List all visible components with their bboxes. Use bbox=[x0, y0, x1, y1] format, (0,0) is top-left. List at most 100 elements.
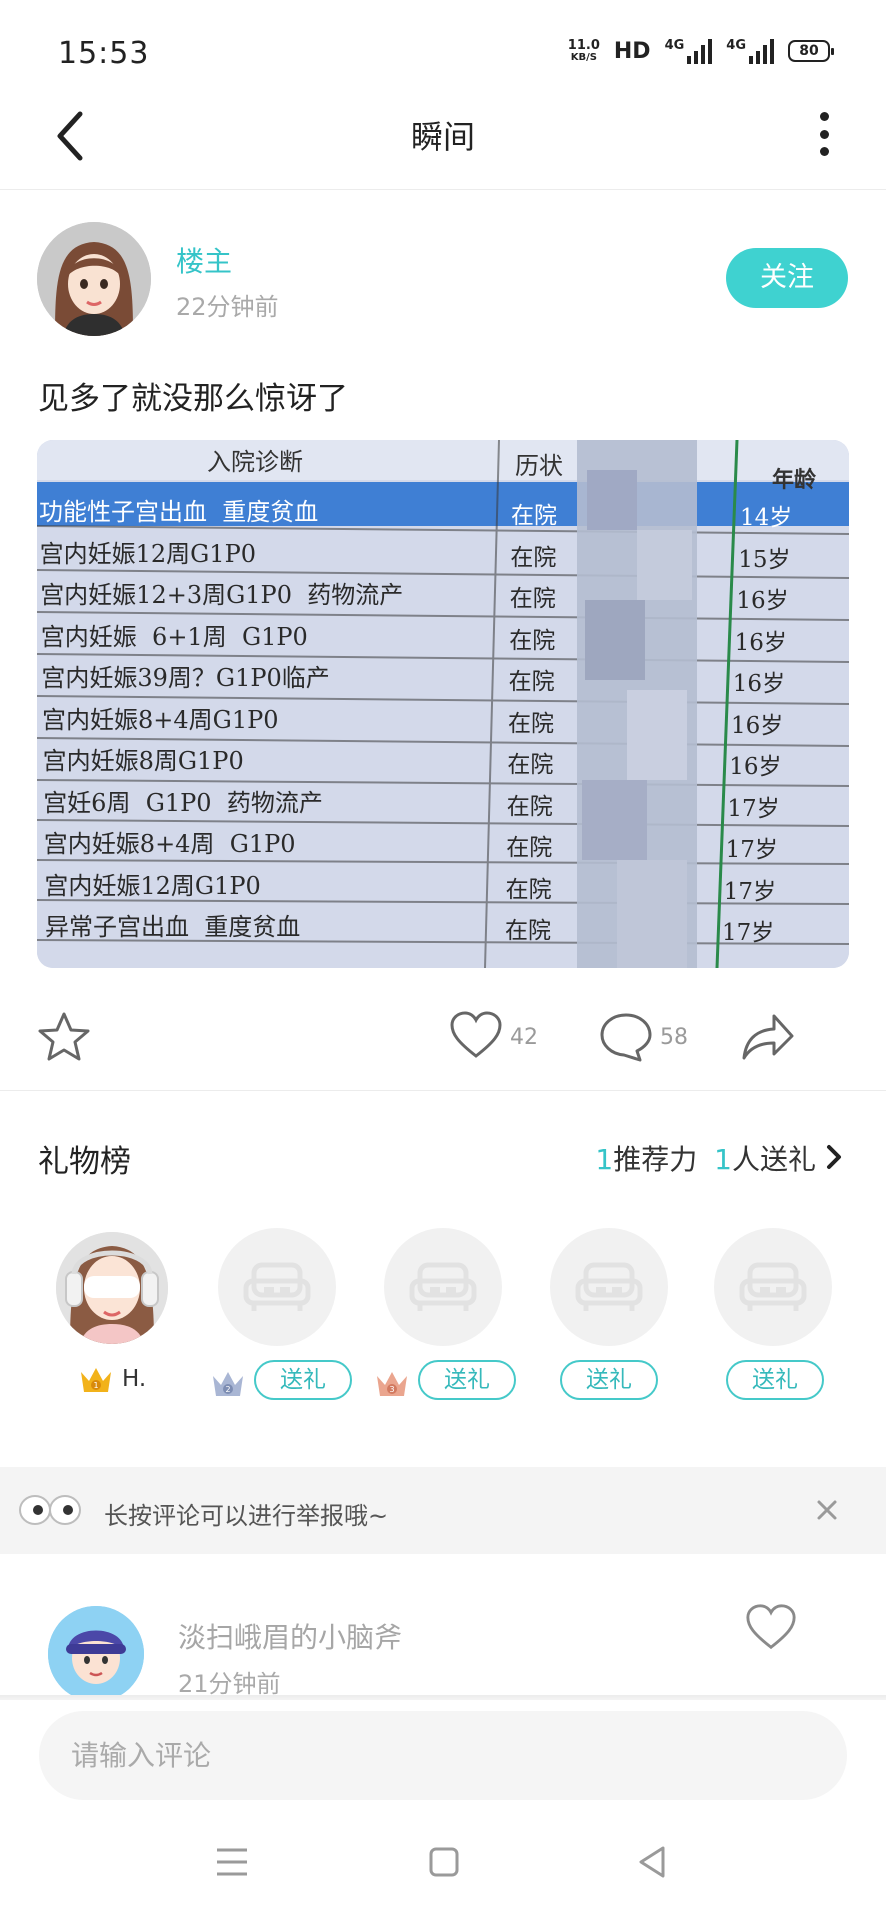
network-speed: 11.0 KB/S bbox=[568, 39, 600, 63]
follow-button[interactable]: 关注 bbox=[726, 248, 848, 308]
nav-home-button[interactable] bbox=[428, 1846, 460, 1878]
battery-icon: 80 bbox=[788, 40, 834, 62]
photo-table: 入院诊断 历状 年龄 功能性子宫出血 重度贫血 在院 14岁 宫内妊娠12周G1P0 在… bbox=[37, 440, 849, 968]
comment-button[interactable] bbox=[598, 1010, 654, 1064]
square-home-icon bbox=[429, 1847, 459, 1877]
photo-row-age: 16岁 bbox=[736, 588, 789, 614]
photo-row-diagnosis: 功能性子宫出血 重度贫血 bbox=[39, 498, 319, 526]
crown-gold-icon: 1 bbox=[78, 1364, 114, 1396]
sim1-label: 4G bbox=[664, 38, 685, 53]
photo-header-status: 历状 bbox=[515, 452, 563, 480]
photo-row-diagnosis: 宫内妊娠12周G1P0 bbox=[39, 539, 256, 568]
post-text: 见多了就没那么惊讶了 bbox=[38, 381, 348, 417]
eyes-icon bbox=[18, 1493, 82, 1527]
photo-row-diagnosis: 异常子宫出血 重度贫血 bbox=[45, 913, 301, 941]
photo-row-age: 16岁 bbox=[732, 671, 786, 697]
heart-icon bbox=[746, 1604, 796, 1650]
recommend-count: 1 bbox=[595, 1143, 614, 1176]
sim2-label: 4G bbox=[726, 38, 746, 53]
report-tip-text: 长按评论可以进行举报哦~ bbox=[104, 1502, 389, 1530]
photo-row-status: 在院 bbox=[511, 503, 557, 529]
send-gift-button-3[interactable]: 送礼 bbox=[418, 1360, 516, 1400]
photo-row-age: 17岁 bbox=[727, 795, 780, 822]
recommend-label: 推荐力 bbox=[613, 1143, 698, 1176]
nav-back-button[interactable] bbox=[636, 1844, 668, 1880]
status-indicators: 11.0 KB/S HD 4G 4G 80 bbox=[568, 38, 834, 64]
photo-row-diagnosis: 宫妊6周 G1P0 药物流产 bbox=[43, 788, 323, 817]
comment-like-button[interactable] bbox=[744, 1602, 798, 1652]
page-title: 瞬间 bbox=[410, 118, 475, 156]
heart-icon bbox=[450, 1011, 502, 1058]
network-speed-value: 11.0 bbox=[567, 38, 600, 53]
photo-row-age: 16岁 bbox=[734, 629, 787, 656]
crown-rank-3: 3 bbox=[389, 1385, 394, 1394]
photo-row-status: 在院 bbox=[506, 835, 553, 861]
top-gifter-name: H. bbox=[122, 1366, 147, 1392]
photo-header-diagnosis: 入院诊断 bbox=[207, 448, 303, 476]
photo-row-age: 17岁 bbox=[725, 837, 778, 863]
photo-row-status: 在院 bbox=[505, 876, 552, 903]
gift-list-stats[interactable]: 1推荐力 1人送礼 bbox=[595, 1138, 816, 1178]
like-count: 42 bbox=[510, 1025, 538, 1050]
commenter-avatar[interactable] bbox=[48, 1606, 144, 1702]
photo-row-age: 17岁 bbox=[723, 878, 777, 905]
send-gift-button-5[interactable]: 送礼 bbox=[726, 1360, 824, 1400]
photo-row-status: 在院 bbox=[506, 793, 553, 820]
status-time: 15:53 bbox=[58, 36, 150, 71]
actions-divider bbox=[0, 1090, 886, 1091]
tip-close-button[interactable] bbox=[812, 1495, 842, 1525]
share-button[interactable] bbox=[740, 1010, 796, 1064]
sofa-icon bbox=[243, 1262, 311, 1311]
author-avatar[interactable] bbox=[37, 222, 151, 336]
share-arrow-icon bbox=[742, 1014, 794, 1060]
photo-row-diagnosis: 宫内妊娠8+4周 G1P0 bbox=[43, 830, 296, 858]
photo-row-age: 17岁 bbox=[722, 920, 775, 946]
top-gifter-avatar[interactable] bbox=[56, 1232, 168, 1344]
gift-seat-5[interactable] bbox=[714, 1228, 832, 1346]
send-gift-button-4[interactable]: 送礼 bbox=[560, 1360, 658, 1400]
comment-bubble-icon bbox=[600, 1013, 652, 1062]
gift-seat-2[interactable] bbox=[218, 1228, 336, 1346]
crown-rank-2: 2 bbox=[225, 1385, 230, 1394]
sofa-icon bbox=[409, 1262, 477, 1311]
photo-header-age: 年龄 bbox=[772, 467, 817, 493]
like-button[interactable] bbox=[448, 1010, 504, 1064]
sofa-icon bbox=[739, 1262, 807, 1311]
chevron-right-icon bbox=[827, 1145, 841, 1169]
photo-row-diagnosis: 宫内妊娠39周？G1P0临产 bbox=[41, 664, 330, 692]
triangle-back-icon bbox=[639, 1846, 665, 1878]
sofa-icon bbox=[575, 1262, 643, 1311]
menu-icon bbox=[217, 1848, 247, 1876]
close-icon bbox=[817, 1500, 837, 1520]
photo-row-age: 14岁 bbox=[740, 505, 793, 531]
hd-label: HD bbox=[613, 38, 651, 64]
gift-seat-4[interactable] bbox=[550, 1228, 668, 1346]
comment-input[interactable] bbox=[39, 1711, 847, 1800]
photo-row-status: 在院 bbox=[510, 544, 557, 571]
sender-label: 人送礼 bbox=[731, 1143, 816, 1176]
photo-row-status: 在院 bbox=[508, 669, 555, 695]
network-speed-unit: KB/S bbox=[570, 52, 597, 63]
signal-1-icon: 4G bbox=[665, 38, 713, 64]
favorite-button[interactable] bbox=[36, 1010, 92, 1064]
photo-row-age: 16岁 bbox=[731, 712, 784, 739]
author-name[interactable]: 楼主 bbox=[176, 240, 232, 280]
photo-row-status: 在院 bbox=[507, 752, 554, 778]
post-time: 22分钟前 bbox=[176, 293, 279, 321]
more-button[interactable] bbox=[812, 112, 836, 156]
gift-list-title: 礼物榜 bbox=[38, 1144, 131, 1180]
more-vertical-icon bbox=[819, 112, 829, 121]
crown-rank-1: 1 bbox=[93, 1381, 98, 1390]
crown-silver-icon: 2 bbox=[210, 1368, 246, 1400]
comment-time: 21分钟前 bbox=[178, 1670, 281, 1698]
gift-seat-3[interactable] bbox=[384, 1228, 502, 1346]
commenter-name[interactable]: 淡扫峨眉的小脑斧 bbox=[178, 1616, 402, 1656]
photo-row-status: 在院 bbox=[505, 918, 551, 944]
photo-row-diagnosis: 宫内妊娠8周G1P0 bbox=[42, 747, 244, 775]
nav-menu-button[interactable] bbox=[214, 1846, 250, 1878]
post-photo[interactable]: 入院诊断 历状 年龄 功能性子宫出血 重度贫血 在院 14岁 宫内妊娠12周G1P0 在… bbox=[37, 440, 849, 968]
gift-list-more[interactable] bbox=[824, 1142, 844, 1172]
star-icon bbox=[38, 1012, 90, 1061]
header-divider bbox=[0, 189, 886, 190]
send-gift-button-2[interactable]: 送礼 bbox=[254, 1360, 352, 1400]
